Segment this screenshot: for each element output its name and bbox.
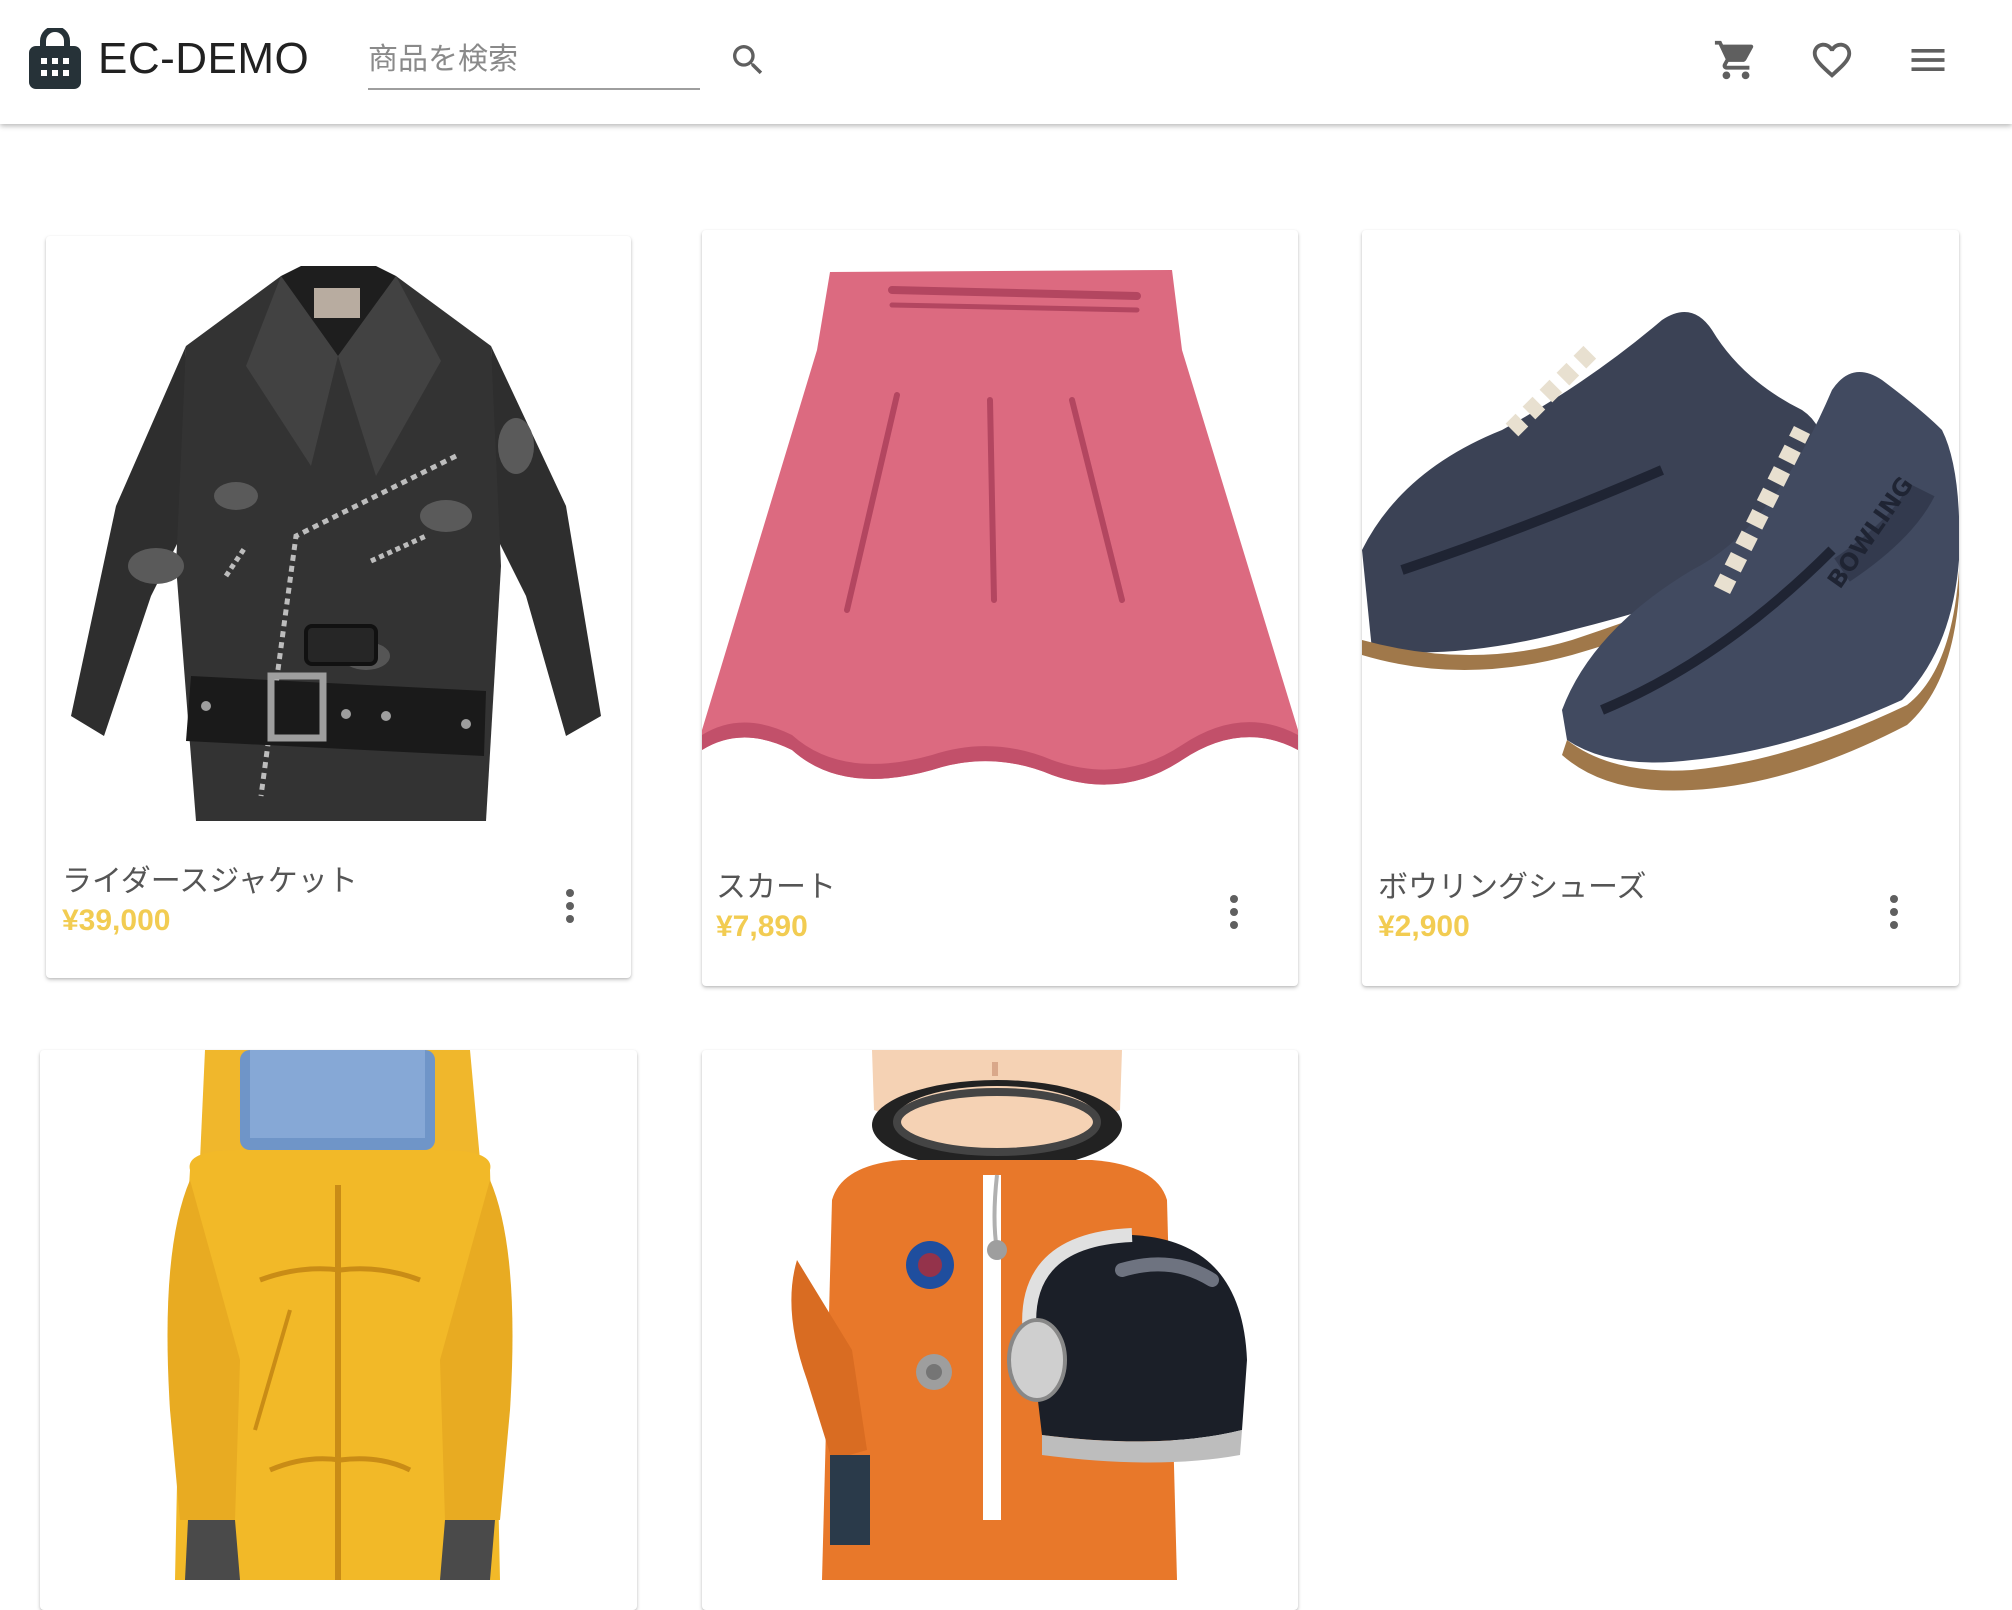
favorites-button[interactable] bbox=[1802, 30, 1862, 90]
more-vert-icon bbox=[1890, 895, 1898, 929]
product-card[interactable]: BOWLING ボウリングシューズ ¥2,900 bbox=[1362, 230, 1959, 986]
search-button[interactable] bbox=[718, 30, 778, 90]
app-bar: EC-DEMO bbox=[0, 0, 2012, 124]
heart-icon bbox=[1812, 42, 1852, 78]
cart-button[interactable] bbox=[1706, 30, 1766, 90]
astronaut-illustration bbox=[791, 1050, 1247, 1580]
product-card[interactable]: ライダースジャケット ¥39,000 bbox=[46, 236, 631, 978]
product-card[interactable] bbox=[702, 1050, 1298, 1610]
hazmat-suit-illustration bbox=[167, 1050, 513, 1580]
shopping-bag-icon bbox=[29, 28, 81, 89]
more-options-button[interactable] bbox=[546, 876, 594, 936]
product-image-skirt[interactable] bbox=[702, 230, 1298, 830]
more-vert-icon bbox=[1230, 895, 1238, 929]
product-card[interactable]: スカート ¥7,890 bbox=[702, 230, 1298, 986]
product-image-riders-jacket[interactable] bbox=[46, 236, 631, 832]
product-card[interactable] bbox=[40, 1050, 637, 1610]
menu-button[interactable] bbox=[1898, 30, 1958, 90]
search-icon bbox=[733, 45, 763, 75]
more-vert-icon bbox=[566, 889, 574, 923]
product-name[interactable]: スカート bbox=[716, 862, 836, 906]
more-options-button[interactable] bbox=[1210, 882, 1258, 942]
brand-name: EC-DEMO bbox=[98, 34, 310, 83]
skirt-illustration bbox=[702, 270, 1298, 785]
product-image-astronaut-suit[interactable] bbox=[702, 1050, 1298, 1580]
product-price: ¥39,000 bbox=[62, 904, 171, 937]
cart-icon bbox=[1714, 40, 1754, 80]
riders-jacket-illustration bbox=[71, 266, 601, 821]
product-name[interactable]: ライダースジャケット bbox=[62, 856, 358, 900]
product-price: ¥2,900 bbox=[1378, 910, 1470, 943]
product-image-bowling-shoes[interactable]: BOWLING bbox=[1362, 230, 1959, 830]
product-price: ¥7,890 bbox=[716, 910, 808, 943]
bowling-shoes-illustration: BOWLING bbox=[1362, 312, 1959, 791]
search-input[interactable] bbox=[368, 30, 700, 90]
menu-icon bbox=[1911, 49, 1945, 71]
product-name[interactable]: ボウリングシューズ bbox=[1378, 862, 1647, 906]
logo[interactable]: EC-DEMO bbox=[28, 28, 309, 90]
more-options-button[interactable] bbox=[1870, 882, 1918, 942]
product-image-hazmat-suit[interactable] bbox=[40, 1050, 637, 1580]
